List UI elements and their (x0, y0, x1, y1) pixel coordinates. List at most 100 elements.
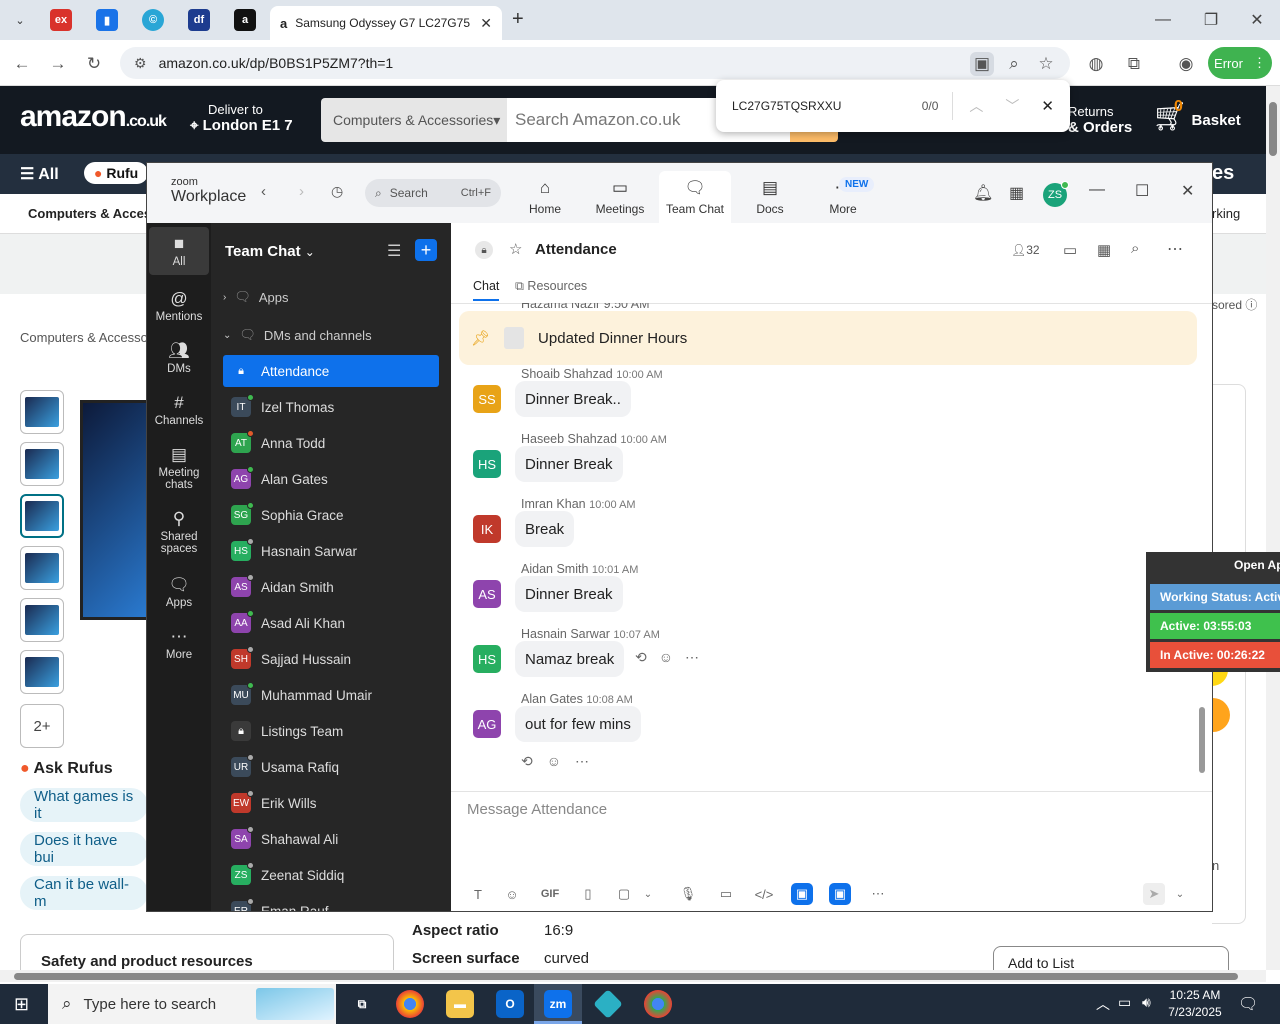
rail-all[interactable]: ■ All (149, 227, 209, 275)
returns-orders[interactable]: Returns & Orders (1068, 104, 1132, 136)
omnibox[interactable]: ⚙ amazon.co.uk/dp/B0BS1P5ZM7?th=1 (120, 47, 1070, 79)
rail-mentions[interactable]: @ Mentions (149, 289, 209, 323)
new-tab-icon[interactable]: + (512, 8, 524, 31)
translate-icon[interactable]: ◍ (1084, 52, 1108, 76)
active-tab[interactable]: a Samsung Odyssey G7 LC27G75 ✕ (270, 6, 502, 40)
vertical-scrollbar[interactable] (1266, 86, 1280, 970)
sender-avatar[interactable]: HS (473, 645, 501, 673)
microphone-icon[interactable]: 🎙︎ (677, 883, 699, 905)
channel-item[interactable]: UR Usama Rafiq (223, 751, 439, 783)
deliver-to[interactable]: Deliver to ⌖ London E1 7 (190, 102, 293, 134)
horizontal-scrollbar[interactable] (0, 970, 1266, 982)
new-chat-button[interactable]: + (415, 239, 437, 261)
zoom-minimize-icon[interactable]: — (1089, 181, 1105, 199)
find-next-icon[interactable]: ﹀ (1005, 96, 1019, 116)
tab-favicon-ex[interactable]: ex (50, 9, 72, 31)
profile-error-button[interactable]: Error ⋮ (1208, 47, 1272, 79)
tab-team-chat[interactable]: 🗨︎ Team Chat (659, 171, 731, 223)
message-bubble[interactable]: Dinner Break (515, 446, 623, 482)
tab-meetings[interactable]: ▭ Meetings (584, 171, 656, 223)
message-bubble[interactable]: Break (515, 511, 575, 547)
video-call-icon[interactable]: ▭ (1063, 241, 1077, 259)
tab-docs[interactable]: ▤ Docs (734, 171, 806, 223)
message-item[interactable]: Imran Khan 10:00 AM IK Break (471, 497, 1171, 557)
rail-dms[interactable]: 👥︎ DMs (149, 341, 209, 375)
more-composer-icon[interactable]: ⋯ (867, 883, 889, 905)
volume-icon[interactable]: 🔊︎ (1142, 994, 1151, 1011)
sender-avatar[interactable]: AS (473, 580, 501, 608)
rail-meeting-chats[interactable]: ▤ Meeting chats (149, 445, 209, 491)
search-highlight-image[interactable] (256, 988, 334, 1020)
tab-chat[interactable]: Chat (473, 279, 500, 301)
tab-favicon-blue[interactable]: ▮ (96, 9, 118, 31)
tab-resources[interactable]: ⧉ Resources (515, 279, 587, 294)
message-bubble[interactable]: Namaz break (515, 641, 625, 677)
profile-icon[interactable]: ◉ (1174, 52, 1198, 76)
sender-avatar[interactable]: AG (473, 710, 501, 738)
extensions-icon[interactable]: ⧉ (1122, 52, 1146, 76)
reply-icon[interactable]: ⟲ (635, 649, 647, 666)
rail-shared-spaces[interactable]: ⚲ Shared spaces (149, 509, 209, 555)
tab-favicon-df[interactable]: df (188, 9, 210, 31)
rufus-suggestion[interactable]: Can it be wall-m (20, 876, 148, 910)
file-icon[interactable]: ▯ (577, 883, 599, 905)
close-window-icon[interactable]: ✕ (1234, 8, 1280, 32)
zoom-icon[interactable]: ⌕ (1002, 52, 1026, 76)
lens-icon[interactable]: ▣ (970, 52, 994, 76)
screenshot-icon[interactable]: ▢ (613, 883, 635, 905)
product-thumbnail[interactable] (20, 546, 64, 590)
channel-item[interactable]: SG Sophia Grace (223, 499, 439, 531)
rufus-suggestion[interactable]: What games is it (20, 788, 148, 822)
channel-item[interactable]: AT Anna Todd (223, 427, 439, 459)
close-tab-icon[interactable]: ✕ (480, 15, 492, 32)
product-thumbnail[interactable] (20, 390, 64, 434)
channel-item[interactable]: AG Alan Gates (223, 463, 439, 495)
message-input[interactable]: Message Attendance (467, 801, 1197, 861)
find-input[interactable]: LC27G75TQSRXXU (732, 99, 922, 113)
channel-item[interactable]: EW Erik Wills (223, 787, 439, 819)
channel-item[interactable]: SH Sajjad Hussain (223, 643, 439, 675)
chrome-icon[interactable] (396, 990, 424, 1018)
channel-item[interactable]: ZS Zeenat Siddiq (223, 859, 439, 891)
vertical-scroll-thumb[interactable] (1269, 102, 1277, 156)
star-icon[interactable]: ☆ (509, 240, 522, 258)
tab-home[interactable]: ⌂ Home (509, 171, 581, 223)
restore-window-icon[interactable]: ❐ (1188, 8, 1234, 32)
sender-name[interactable]: Hasnain Sarwar (521, 627, 610, 641)
all-menu-button[interactable]: ☰ All (20, 164, 59, 184)
sender-name[interactable]: Shoaib Shahzad (521, 367, 613, 381)
app-blue-icon-2[interactable]: ▣ (829, 883, 851, 905)
sender-name[interactable]: Haseeb Shahzad (521, 432, 617, 446)
forward-icon[interactable]: → (46, 52, 70, 76)
channel-item[interactable]: 🔒︎ Attendance (223, 355, 439, 387)
file-explorer-icon[interactable]: ▬ (446, 990, 474, 1018)
channel-item[interactable]: MU Muhammad Umair (223, 679, 439, 711)
more-actions-icon[interactable]: ⋯ (575, 753, 589, 770)
open-app-button[interactable]: Open Ap (1234, 558, 1280, 572)
send-options-chevron-icon[interactable]: ⌄ (1169, 883, 1191, 905)
network-icon[interactable]: ▭ (1118, 994, 1131, 1011)
zoom-search-box[interactable]: ⌕ Search Ctrl+F (365, 179, 501, 207)
emoji-icon[interactable]: ☺ (501, 883, 523, 905)
member-count[interactable]: 👤︎32 (1011, 243, 1040, 257)
code-snippet-icon[interactable]: </> (753, 883, 775, 905)
rufus-suggestion[interactable]: Does it have bui (20, 832, 148, 866)
app-blue-icon[interactable]: ▣ (791, 883, 813, 905)
screenshot-options-chevron-icon[interactable]: ⌄ (637, 883, 659, 905)
nav-forward-icon[interactable]: › (299, 183, 304, 200)
zoom-maximize-icon[interactable]: ☐ (1135, 181, 1149, 201)
send-icon[interactable]: ➤ (1143, 883, 1165, 905)
breadcrumb[interactable]: Computers & Accesso (20, 330, 148, 345)
rail-apps[interactable]: 🗨︎ Apps (149, 575, 209, 609)
chat-scrollbar-thumb[interactable] (1199, 707, 1205, 773)
sub-nav-computers[interactable]: Computers & Acces (28, 206, 151, 221)
channel-item[interactable]: 🔒︎ Listings Team (223, 715, 439, 747)
amazon-logo[interactable]: amazon.co.uk (20, 100, 167, 134)
message-item[interactable]: Haseeb Shahzad 10:00 AM HS Dinner Break (471, 432, 1171, 492)
sender-avatar[interactable]: HS (473, 450, 501, 478)
main-product-image[interactable] (80, 400, 150, 620)
app-diamond-icon[interactable] (593, 989, 623, 1019)
more-actions-icon[interactable]: ⋯ (685, 649, 699, 666)
video-message-icon[interactable]: ▭ (715, 883, 737, 905)
task-view-icon[interactable]: ⧉ (348, 990, 376, 1018)
